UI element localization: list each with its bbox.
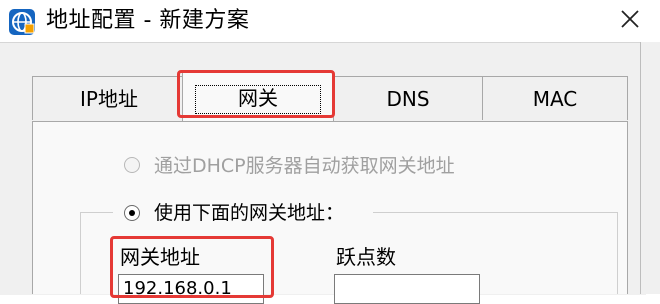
tab-label: IP地址 xyxy=(80,87,138,111)
tab-label: DNS xyxy=(386,87,430,111)
title-bar[interactable]: 地址配置 - 新建方案 xyxy=(0,0,660,42)
close-icon xyxy=(620,9,640,33)
window-border xyxy=(640,42,660,294)
tab-label: 网关 xyxy=(238,86,278,110)
tab-ip-address[interactable]: IP地址 xyxy=(32,76,186,120)
network-globe-icon xyxy=(8,8,36,36)
metric-label: 跃点数 xyxy=(336,245,396,269)
tab-mac[interactable]: MAC xyxy=(482,76,628,120)
tab-strip: IP地址 DNS MAC 网关 xyxy=(32,72,628,122)
tab-gateway[interactable]: 网关 xyxy=(182,72,334,122)
tab-label: MAC xyxy=(532,87,578,111)
window-title: 地址配置 - 新建方案 xyxy=(46,8,250,33)
close-button[interactable] xyxy=(600,0,660,42)
manual-gateway-label: 使用下面的网关地址： xyxy=(154,202,345,224)
dhcp-gateway-radio[interactable] xyxy=(124,157,140,173)
radio-selected-dot xyxy=(129,210,135,216)
metric-input[interactable] xyxy=(334,274,480,304)
dhcp-gateway-label: 通过DHCP服务器自动获取网关地址 xyxy=(154,155,455,177)
tab-dns[interactable]: DNS xyxy=(332,76,484,120)
manual-gateway-radio[interactable] xyxy=(124,205,140,221)
gateway-address-label: 网关地址 xyxy=(120,245,200,269)
gateway-address-input[interactable]: 192.168.0.1 xyxy=(118,274,264,304)
